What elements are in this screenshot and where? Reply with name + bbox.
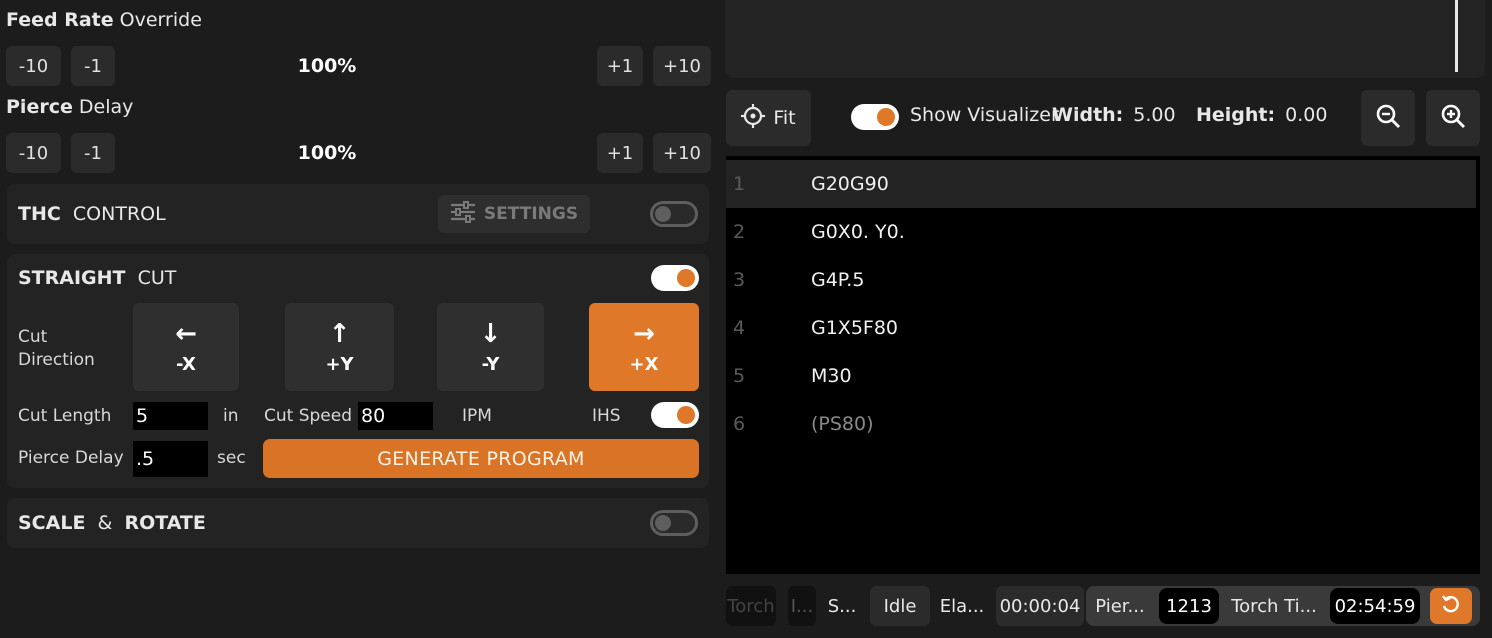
s-status: S...: [827, 595, 857, 617]
undo-icon: [1440, 593, 1462, 620]
gcode-line[interactable]: 1 G20G90: [726, 160, 1476, 208]
cut-speed-label: Cut Speed: [264, 406, 353, 426]
scrollbar[interactable]: [1455, 0, 1458, 72]
thc-toggle[interactable]: [650, 201, 698, 227]
elapsed-value: 00:00:04: [996, 586, 1084, 626]
fit-label: Fit: [773, 107, 796, 129]
pierce-minus-1-button[interactable]: -1: [71, 133, 115, 173]
state-status: Idle: [870, 586, 930, 626]
pierce-delay-title: Pierce Delay: [6, 96, 134, 118]
show-visualizer-label: Show Visualizer: [910, 104, 1059, 126]
pierce-count-label: Pier...: [1095, 595, 1145, 617]
settings-label: SETTINGS: [483, 204, 579, 224]
width-readout: Width: 5.00: [1052, 104, 1176, 126]
elapsed-label: Ela...: [939, 595, 985, 617]
direction-minus-x-button[interactable]: ← -X: [133, 303, 239, 391]
pierce-value: 100%: [297, 142, 357, 164]
i-status: I...: [788, 586, 816, 626]
straight-cut-toggle[interactable]: [651, 265, 699, 291]
gcode-editor[interactable]: 1 G20G90 2 G0X0. Y0. 3 G4P.5 4 G1X5F80 5…: [726, 156, 1480, 574]
cut-direction-label: Cut Direction: [18, 327, 95, 370]
thc-control-title: THC CONTROL: [18, 203, 166, 225]
cut-length-unit: in: [223, 406, 239, 426]
feed-rate-minus-10-button[interactable]: -10: [6, 46, 61, 86]
arrow-right-icon: →: [633, 318, 655, 349]
zoom-in-button[interactable]: [1426, 90, 1480, 146]
pierce-count-value: 1213: [1159, 588, 1219, 624]
line-number: 3: [733, 269, 746, 291]
show-visualizer-toggle[interactable]: [851, 104, 899, 130]
ihs-label: IHS: [592, 406, 621, 426]
feed-rate-value: 100%: [297, 55, 357, 77]
line-text: G4P.5: [811, 269, 865, 291]
pierce-delay-label: Pierce Delay: [18, 448, 124, 468]
gcode-line[interactable]: 6 (PS80): [726, 400, 1476, 448]
gcode-line[interactable]: 3 G4P.5: [726, 256, 1476, 304]
cut-speed-input[interactable]: 80: [358, 402, 433, 430]
cut-length-input[interactable]: 5: [133, 402, 208, 430]
line-number: 6: [733, 413, 746, 435]
direction-label: +X: [629, 353, 659, 375]
direction-label: -X: [176, 353, 196, 375]
zoom-in-icon: [1440, 103, 1466, 133]
fit-button[interactable]: Fit: [726, 90, 811, 146]
direction-plus-x-button[interactable]: → +X: [589, 303, 699, 391]
gcode-line[interactable]: 4 G1X5F80: [726, 304, 1476, 352]
scale-rotate-title: SCALE & ROTATE: [18, 512, 206, 534]
right-panel: Fit Show Visualizer Width: 5.00 Height: 0.…: [718, 0, 1492, 638]
ihs-toggle[interactable]: [651, 402, 699, 428]
scale-rotate-toggle[interactable]: [650, 510, 698, 536]
zoom-out-icon: [1375, 103, 1401, 133]
pierce-plus-10-button[interactable]: +10: [653, 133, 711, 173]
height-readout: Height: 0.00: [1196, 104, 1328, 126]
line-text: M30: [811, 365, 852, 387]
direction-label: -Y: [481, 353, 500, 375]
visualizer-area: [725, 0, 1485, 78]
line-text: G1X5F80: [811, 317, 899, 339]
gcode-line[interactable]: 5 M30: [726, 352, 1476, 400]
feed-rate-plus-1-button[interactable]: +1: [597, 46, 643, 86]
zoom-out-button[interactable]: [1361, 90, 1415, 146]
line-number: 5: [733, 365, 746, 387]
thc-settings-button[interactable]: SETTINGS: [438, 195, 590, 233]
arrow-down-icon: ↓: [479, 318, 502, 349]
cut-speed-unit: IPM: [462, 406, 492, 426]
line-text: (PS80): [811, 413, 874, 435]
pierce-minus-10-button[interactable]: -10: [6, 133, 61, 173]
generate-program-button[interactable]: GENERATE PROGRAM: [263, 439, 699, 478]
direction-label: +Y: [325, 353, 354, 375]
line-text: G20G90: [811, 173, 889, 195]
line-text: G0X0. Y0.: [811, 221, 905, 243]
arrow-up-icon: ↑: [328, 318, 351, 349]
direction-minus-y-button[interactable]: ↓ -Y: [437, 303, 544, 391]
line-number: 4: [733, 317, 746, 339]
reset-counters-button[interactable]: [1430, 588, 1472, 624]
line-number: 1: [733, 173, 746, 195]
feed-rate-minus-1-button[interactable]: -1: [71, 46, 115, 86]
cut-length-label: Cut Length: [18, 406, 112, 426]
crosshair-icon: [741, 103, 766, 133]
arrow-left-icon: ←: [175, 318, 197, 349]
direction-plus-y-button[interactable]: ↑ +Y: [285, 303, 394, 391]
straight-cut-title: STRAIGHT CUT: [18, 267, 177, 289]
pierce-plus-1-button[interactable]: +1: [597, 133, 643, 173]
pierce-delay-input[interactable]: .5: [133, 441, 208, 477]
sliders-icon: [450, 200, 476, 228]
torch-status: Torch: [726, 586, 776, 626]
pierce-delay-unit: sec: [217, 448, 246, 468]
torch-time-label: Torch Ti...: [1231, 595, 1317, 617]
gcode-line[interactable]: 2 G0X0. Y0.: [726, 208, 1476, 256]
feed-rate-plus-10-button[interactable]: +10: [653, 46, 711, 86]
line-number: 2: [733, 221, 746, 243]
feed-rate-title: Feed Rate Override: [6, 9, 202, 31]
left-panel: Feed Rate Override -10 -1 100% +1 +10 Pi…: [0, 0, 718, 638]
torch-time-value: 02:54:59: [1330, 588, 1420, 624]
